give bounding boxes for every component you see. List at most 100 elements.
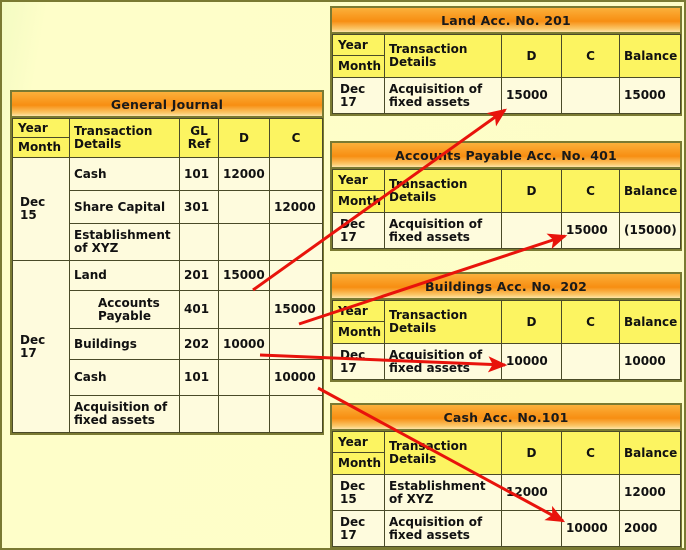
journal-glref-401: 401 (179, 290, 219, 329)
journal-credit-blank-2 (269, 223, 323, 261)
ledger-land-date-line2: 17 (340, 94, 357, 109)
journal-credit-15000: 15000 (269, 290, 323, 329)
ledger-grid-land: Year Month Transaction Details D C Balan… (332, 34, 681, 114)
general-journal-grid: Year Month Transaction Details GL Ref D … (12, 118, 323, 433)
journal-glref-202: 202 (179, 328, 219, 360)
ledger-cash-credit-2: 10000 (561, 510, 620, 547)
journal-glref-101-dec15: 101 (179, 157, 219, 191)
ledger-cash-year-month-header: Year Month (332, 431, 385, 475)
ledger-header-row: Year Month Transaction Details D C Balan… (332, 431, 681, 475)
journal-credit-blank-1 (269, 157, 323, 191)
journal-details-header: Transaction Details (69, 118, 180, 158)
journal-detail-accounts-payable: Accounts Payable (69, 290, 180, 329)
journal-debit-blank-4 (218, 359, 270, 396)
journal-date-dec17-line1: Dec (20, 332, 46, 347)
ledger-grid-accounts-payable: Year Month Transaction Details D C Balan… (332, 169, 681, 249)
ledger-bldg-debit: 10000 (501, 343, 562, 380)
ledger-cash-debit-1: 12000 (501, 474, 562, 511)
ledger-ap-date-line2: 17 (340, 229, 357, 244)
journal-debit-blank-3 (218, 290, 270, 329)
ledger-bldg-balance-header: Balance (619, 300, 681, 344)
journal-credit-12000: 12000 (269, 190, 323, 224)
ledger-ap-details: Acquisition of fixed assets (384, 212, 502, 249)
diagram-canvas: General Journal Year Month Transaction D… (0, 0, 686, 550)
ledger-header-row: Year Month Transaction Details D C Balan… (332, 300, 681, 344)
ledger-cash-credit-1 (561, 474, 620, 511)
ledger-cash-date-2: Dec 17 (332, 510, 385, 547)
ledger-title-cash: Cash Acc. No.101 (332, 405, 680, 431)
ledger-bldg-credit (561, 343, 620, 380)
ledger-ap-details-header: Transaction Details (384, 169, 502, 213)
ledger-cash-balance-header: Balance (619, 431, 681, 475)
general-journal-title: General Journal (12, 92, 322, 118)
ledger-header-row: Year Month Transaction Details D C Balan… (332, 169, 681, 213)
ledger-bldg-debit-header: D (501, 300, 562, 344)
journal-narration-acquisition: Acquisition of fixed assets (69, 395, 180, 433)
journal-header-row: Year Month Transaction Details GL Ref D … (12, 118, 323, 158)
journal-detail-accounts-payable-text: Accounts Payable (98, 295, 160, 323)
journal-debit-blank-1 (218, 190, 270, 224)
ledger-land-date-line1: Dec (340, 81, 366, 96)
ledger-bldg-year-header: Year (333, 301, 384, 322)
ledger-bldg-month-header: Month (338, 325, 382, 340)
table-row: Dec 17 Land 201 15000 (12, 260, 323, 433)
journal-debit-10000: 10000 (218, 328, 270, 360)
ledger-ap-year-month-header: Year Month (332, 169, 385, 213)
ledger-cash-balance-1: 12000 (619, 474, 681, 511)
journal-date-dec15-line2: 15 (20, 208, 37, 222)
journal-date-dec17: Dec 17 (12, 260, 70, 433)
ledger-land-debit-header: D (501, 34, 562, 78)
ledger-title-accounts-payable: Accounts Payable Acc. No. 401 (332, 143, 680, 169)
ledger-cash-details-2: Acquisition of fixed assets (384, 510, 502, 547)
journal-narration-establishment: Establishment of XYZ (69, 223, 180, 261)
journal-debit-12000: 12000 (218, 157, 270, 191)
ledger-land-credit-header: C (561, 34, 620, 78)
ledger-cash-debit-2 (501, 510, 562, 547)
journal-year-header: Year (13, 119, 69, 138)
ledger-land-balance-header: Balance (619, 34, 681, 78)
journal-detail-buildings: Buildings (69, 328, 180, 360)
ledger-cash-balance-2: 2000 (619, 510, 681, 547)
ledger-ap-debit (501, 212, 562, 249)
journal-year-month-header: Year Month (12, 118, 70, 158)
journal-glref-blank-2 (179, 395, 219, 433)
ledger-cash-debit-header: D (501, 431, 562, 475)
journal-debit-15000: 15000 (218, 260, 270, 291)
journal-debit-header: D (218, 118, 270, 158)
ledger-table-buildings: Buildings Acc. No. 202 Year Month Transa… (330, 272, 682, 382)
journal-credit-blank-5 (269, 395, 323, 433)
ledger-cash-credit-header: C (561, 431, 620, 475)
journal-credit-blank-4 (269, 328, 323, 360)
ledger-cash-date-2-line1: Dec (340, 514, 366, 529)
ledger-cash-year-header: Year (333, 432, 384, 453)
ledger-ap-balance: (15000) (619, 212, 681, 249)
ledger-table-land: Land Acc. No. 201 Year Month Transaction… (330, 6, 682, 116)
table-row: Dec 17 Acquisition of fixed assets 10000… (332, 343, 681, 380)
ledger-land-date: Dec 17 (332, 77, 385, 114)
ledger-bldg-details: Acquisition of fixed assets (384, 343, 502, 380)
ledger-title-buildings: Buildings Acc. No. 202 (332, 274, 680, 300)
ledger-land-balance: 15000 (619, 77, 681, 114)
ledger-cash-date-1: Dec 15 (332, 474, 385, 511)
ledger-grid-buildings: Year Month Transaction Details D C Balan… (332, 300, 681, 380)
journal-credit-10000: 10000 (269, 359, 323, 396)
ledger-bldg-date-line1: Dec (340, 347, 366, 362)
ledger-ap-date-line1: Dec (340, 216, 366, 231)
journal-debit-blank-2 (218, 223, 270, 261)
journal-date-dec17-line2: 17 (20, 345, 37, 360)
table-row: Dec 17 Acquisition of fixed assets 10000… (332, 510, 681, 547)
ledger-cash-date-1-line2: 15 (340, 491, 357, 506)
ledger-cash-month-header: Month (338, 456, 382, 471)
ledger-cash-date-2-line2: 17 (340, 527, 357, 542)
table-row: Dec 15 Cash 101 12000 (12, 157, 323, 261)
ledger-bldg-credit-header: C (561, 300, 620, 344)
ledger-ap-credit-header: C (561, 169, 620, 213)
journal-credit-blank-3 (269, 260, 323, 291)
ledger-bldg-details-header: Transaction Details (384, 300, 502, 344)
journal-detail-cash-dec15: Cash (69, 157, 180, 191)
journal-detail-share-capital: Share Capital (69, 190, 180, 224)
ledger-title-land: Land Acc. No. 201 (332, 8, 680, 34)
journal-credit-header: C (269, 118, 323, 158)
journal-month-header: Month (18, 140, 62, 155)
ledger-ap-credit: 15000 (561, 212, 620, 249)
